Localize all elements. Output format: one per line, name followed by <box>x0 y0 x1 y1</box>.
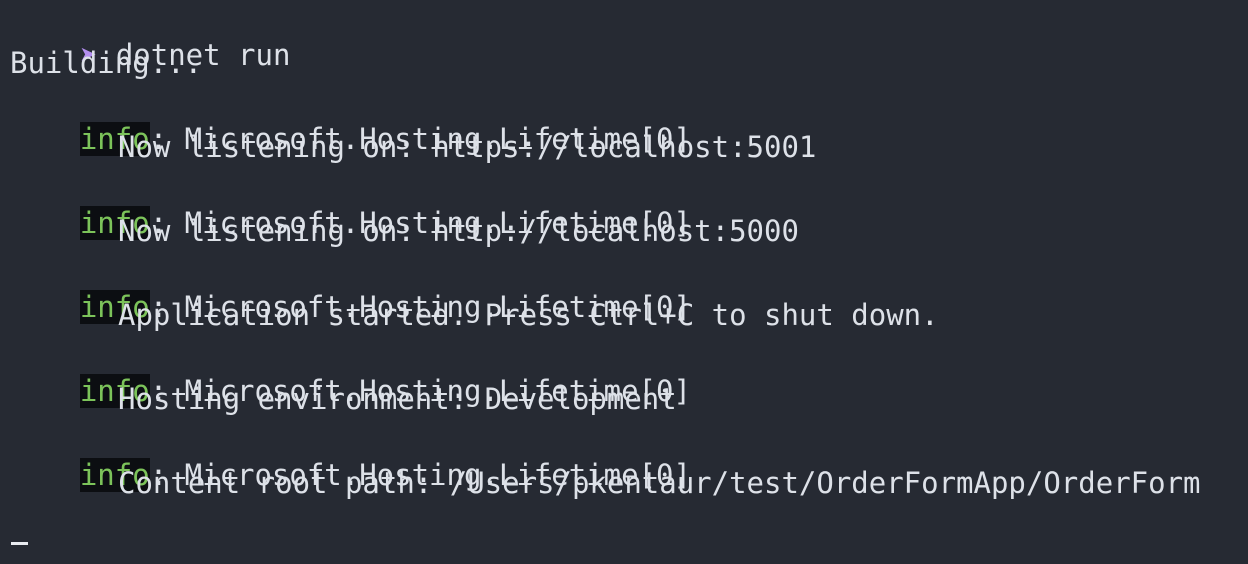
log-header-line: info: Microsoft.Hosting.Lifetime[0] <box>10 172 691 240</box>
log-message: Hosting environment: Development <box>118 382 677 416</box>
log-header-line: info: Microsoft.Hosting.Lifetime[0] <box>10 340 691 408</box>
log-header-line: info: Microsoft.Hosting.Lifetime[0] <box>10 256 691 324</box>
log-message: Now listening on: https://localhost:5001 <box>118 130 817 164</box>
log-message: Application started. Press Ctrl+C to shu… <box>118 298 939 332</box>
terminal-window[interactable]: ➤ dotnet run Building... info: Microsoft.… <box>0 0 1248 564</box>
command-line: ➤ dotnet run <box>10 4 291 72</box>
text-cursor <box>11 542 28 545</box>
building-line: Building... <box>10 46 203 80</box>
log-message: Now listening on: http://localhost:5000 <box>118 214 799 248</box>
log-header-line: info: Microsoft.Hosting.Lifetime[0] <box>10 424 691 492</box>
log-message: Content root path: /Users/pkentaur/test/… <box>118 466 1201 500</box>
log-header-line: info: Microsoft.Hosting.Lifetime[0] <box>10 88 691 156</box>
